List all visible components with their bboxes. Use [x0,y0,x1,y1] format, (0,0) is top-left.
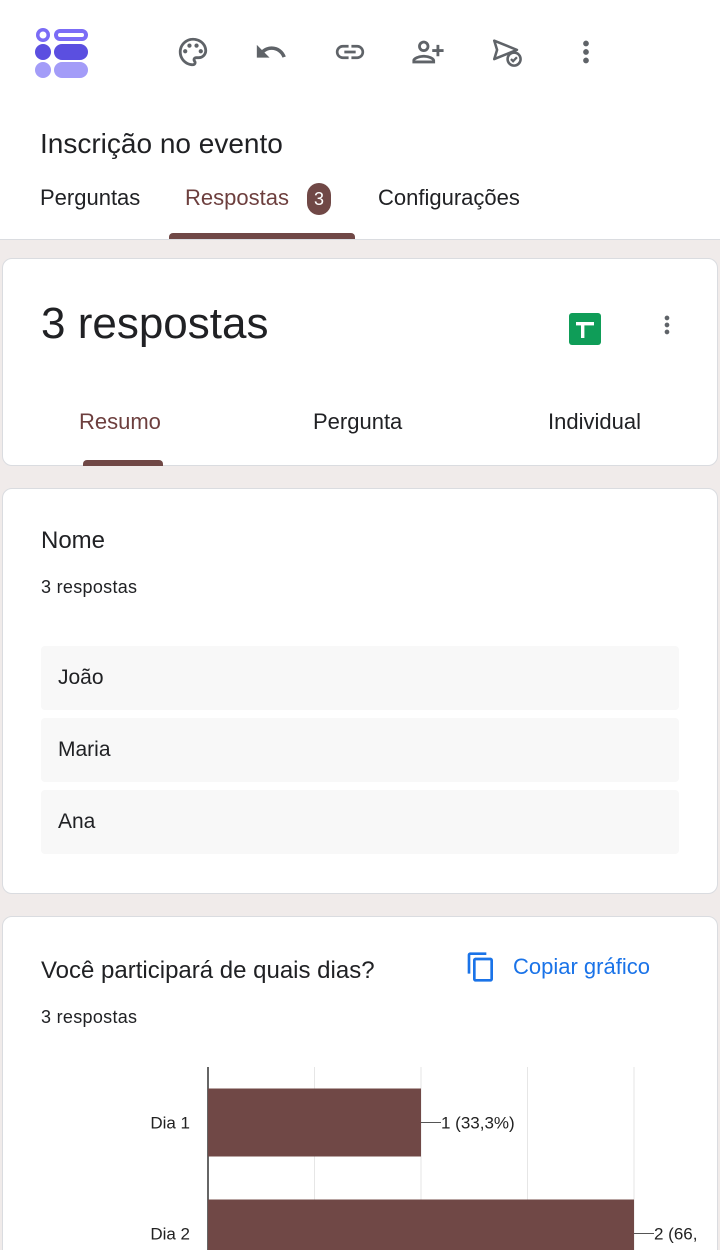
send-button[interactable] [485,30,529,74]
add-collaborator-icon [412,40,444,64]
tab-configuracoes-label: Configurações [378,185,520,210]
palette-button[interactable] [171,30,215,74]
question-card-dias: Você participará de quais dias? Copiar g… [2,916,718,1250]
sheets-icon[interactable] [569,313,601,345]
more-options-button[interactable] [564,30,608,74]
chart-bar [208,1199,634,1250]
main-tabs: Perguntas Respostas 3 Configurações [0,176,720,240]
responses-count-badge: 3 [306,183,331,215]
question-card-nome: Nome 3 respostas João Maria Ana [2,488,718,894]
copy-chart-button[interactable]: Copiar gráfico [465,947,650,987]
data-label: 2 (66, [654,1225,697,1244]
app-header: Inscrição no evento Perguntas Respostas … [0,0,720,240]
summary-more-button[interactable] [653,307,681,343]
question-response-count: 3 respostas [41,1007,138,1027]
forms-logo-icon [35,28,88,78]
question-title: Você participará de quais dias? [41,957,375,984]
subtab-resumo[interactable]: Resumo [79,409,161,435]
subtab-pergunta[interactable]: Pergunta [313,409,402,435]
category-tick-label: Dia 2 [150,1225,190,1244]
link-icon [335,44,365,60]
category-tick-label: Dia 1 [150,1114,190,1133]
toolbar [0,0,720,100]
form-title: Inscrição no evento [40,128,283,159]
link-button[interactable] [328,30,372,74]
tab-respostas-label: Respostas [185,185,289,210]
answer-item: Maria [41,718,679,782]
answer-item: João [41,646,679,710]
undo-button[interactable] [249,30,293,74]
active-subtab-indicator [83,460,163,466]
more-vert-icon [583,40,589,64]
copy-icon [467,952,493,982]
subtab-individual[interactable]: Individual [548,409,641,435]
tab-configuracoes[interactable]: Configurações [378,176,520,236]
tab-respostas[interactable]: Respostas 3 [185,176,331,236]
answer-item: Ana [41,790,679,854]
responses-summary-card: 3 respostas Resumo Pergunta Individual [2,258,718,466]
tab-perguntas[interactable]: Perguntas [40,176,140,236]
palette-icon [178,37,208,67]
copy-chart-label: Copiar gráfico [513,954,650,979]
send-icon [492,39,522,67]
data-label: 1 (33,3%) [441,1114,515,1133]
tab-perguntas-label: Perguntas [40,185,141,210]
chart-bar [208,1088,421,1157]
more-vert-icon [664,315,670,335]
responses-count-heading: 3 respostas [41,299,269,348]
active-tab-indicator [169,233,355,239]
question-response-count: 3 respostas [41,577,138,597]
question-title: Nome [41,527,106,554]
responses-bar-chart: Dia 1 1 (33,3%) Dia 2 2 (66, [150,1067,697,1250]
undo-icon [256,44,286,58]
add-collaborator-button[interactable] [406,30,450,74]
